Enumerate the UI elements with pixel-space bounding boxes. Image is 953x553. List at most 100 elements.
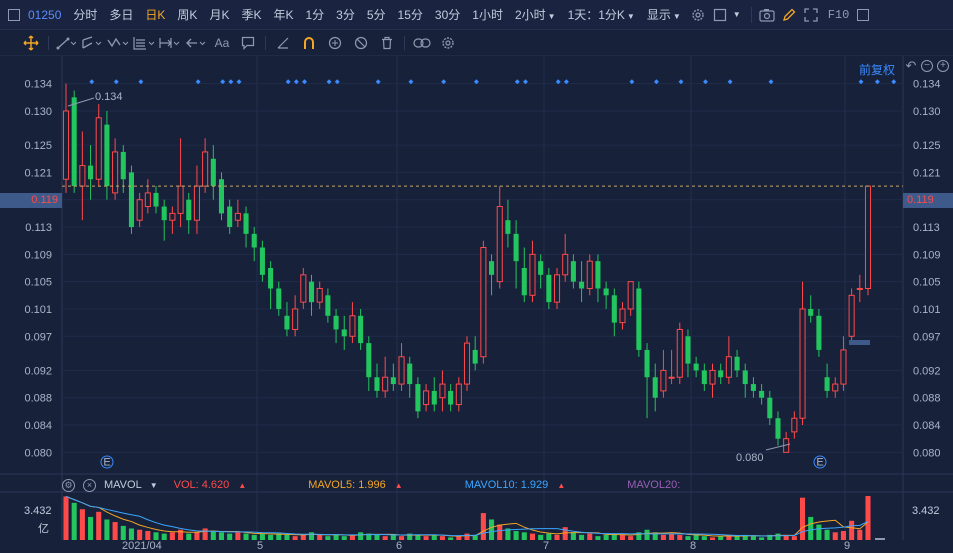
channel-tool-icon[interactable]	[79, 32, 105, 54]
indicator-name[interactable]: MAVOL	[104, 479, 142, 491]
tab-15min[interactable]: 15分	[398, 6, 423, 23]
tab-3min[interactable]: 3分	[336, 6, 355, 23]
tab-30min[interactable]: 30分	[435, 6, 460, 23]
candle-body-down	[227, 206, 233, 228]
fullscreen-icon[interactable]	[800, 4, 822, 26]
cost-marker	[849, 340, 870, 345]
chevron-down-icon: ▼	[547, 12, 556, 21]
volume-bar	[79, 509, 85, 540]
candle-body-up	[202, 151, 209, 187]
price-tick-left: 0.101	[24, 304, 52, 316]
comment-tool-icon[interactable]	[235, 32, 261, 54]
candle-body-up	[234, 212, 241, 221]
gear-icon[interactable]: ⚙	[62, 478, 75, 492]
date-axis: 2021/04 5 6 7 8 9	[0, 540, 953, 553]
candle-body-down	[816, 315, 822, 350]
tab-intraday[interactable]: 分时	[73, 6, 97, 23]
camera-icon[interactable]	[756, 4, 778, 26]
volume-bar	[153, 532, 159, 540]
price-tick-left: 0.130	[24, 106, 52, 118]
range-tool-icon[interactable]	[157, 32, 183, 54]
tab-multi-day[interactable]: 多日	[109, 6, 133, 23]
tab-2hour[interactable]: 2小时 ▼	[515, 6, 556, 23]
candle-body-down	[333, 315, 339, 330]
text-tool-button[interactable]: Aa	[209, 32, 235, 54]
candle-body-down	[595, 261, 601, 289]
candle-body-down	[325, 295, 331, 316]
volume-bar	[799, 497, 806, 540]
tab-weekly-k[interactable]: 周K	[177, 6, 197, 23]
price-tick-left: 0.084	[24, 420, 52, 432]
link-icon[interactable]	[409, 32, 435, 54]
hide-drawings-icon[interactable]	[348, 32, 374, 54]
tab-day-1min[interactable]: 1天：1分K ▼	[568, 6, 635, 23]
candle-body-up	[398, 356, 405, 385]
price-tick-right: 0.092	[913, 365, 941, 377]
mavol20-value: MAVOL20:	[627, 479, 681, 491]
candle-body-down	[341, 329, 347, 337]
event-marker-label: E	[816, 457, 823, 469]
tab-1min[interactable]: 1分	[305, 6, 324, 23]
candle-body-down	[153, 192, 159, 207]
candle-body-down	[718, 370, 724, 378]
volume-bar	[71, 502, 77, 540]
drawing-settings-icon[interactable]	[435, 32, 461, 54]
volume-bar	[218, 532, 225, 540]
panel-toggle-icon[interactable]	[857, 8, 870, 21]
ruler-tool-icon[interactable]	[270, 32, 296, 54]
candle-body-up	[832, 383, 839, 392]
price-tick-right: 0.113	[913, 222, 940, 234]
fib-tool-icon[interactable]	[131, 32, 157, 54]
magnet-icon[interactable]	[296, 32, 322, 54]
candle-body-down	[251, 233, 257, 248]
tab-quarterly-k[interactable]: 季K	[241, 6, 261, 23]
candle-body-down	[374, 377, 380, 391]
candle-body-up	[423, 390, 430, 406]
line-tool-icon[interactable]	[53, 32, 79, 54]
candle-body-up	[177, 185, 184, 214]
candle-body-down	[521, 268, 527, 296]
display-menu[interactable]: 显示 ▼	[647, 6, 681, 23]
candle-body-down	[366, 343, 372, 378]
candle-body-down	[210, 158, 216, 187]
window-icon[interactable]	[8, 8, 20, 21]
candle-body-up	[529, 253, 536, 296]
trash-icon[interactable]	[374, 32, 400, 54]
move-crosshair-icon[interactable]	[18, 32, 44, 54]
candle-body-up	[791, 417, 798, 433]
tab-1hour[interactable]: 1小时	[472, 6, 503, 23]
arrow-tool-icon[interactable]	[183, 32, 209, 54]
vol-text: VOL: 4.620	[173, 479, 230, 491]
candle-body-down	[775, 418, 781, 439]
tab-5min[interactable]: 5分	[367, 6, 386, 23]
tab-yearly-k[interactable]: 年K	[273, 6, 293, 23]
candle-body-up	[480, 247, 487, 358]
price-tick-left: 0.092	[24, 365, 52, 377]
lock-tool-icon[interactable]	[322, 32, 348, 54]
pencil-icon[interactable]	[778, 4, 800, 26]
candle-body-down	[472, 349, 478, 364]
chevron-down-icon[interactable]: ▼	[733, 10, 741, 19]
volume-bar	[808, 516, 814, 540]
wave-tool-icon[interactable]	[105, 32, 131, 54]
volume-bar	[521, 532, 527, 540]
f10-button[interactable]: F10	[828, 8, 850, 22]
candle-body-up	[382, 376, 389, 392]
gear-icon[interactable]	[687, 4, 709, 26]
chevron-down-icon[interactable]: ▼	[150, 481, 158, 490]
price-tick-right: 0.125	[913, 140, 941, 152]
candle-body-down	[415, 384, 421, 412]
volume-bar	[308, 532, 315, 540]
square-checkbox-icon[interactable]	[709, 4, 731, 26]
display-menu-label: 显示	[646, 8, 671, 22]
mavol5-text: MAVOL5: 1.996	[308, 479, 386, 491]
candlesticks	[62, 83, 872, 453]
tab-daily-k[interactable]: 日K	[145, 6, 165, 23]
tab-monthly-k[interactable]: 月K	[209, 6, 229, 23]
kline-chart[interactable]: 0.134 0.134 0.130 0.130 0.125 0.125 0.121 0.121…	[0, 56, 953, 540]
volume-bar	[88, 516, 94, 540]
price-tick-left: 0.121	[24, 167, 52, 179]
candle-body-up	[840, 349, 847, 385]
close-icon[interactable]: ×	[83, 478, 96, 492]
candle-body-down	[407, 363, 413, 385]
